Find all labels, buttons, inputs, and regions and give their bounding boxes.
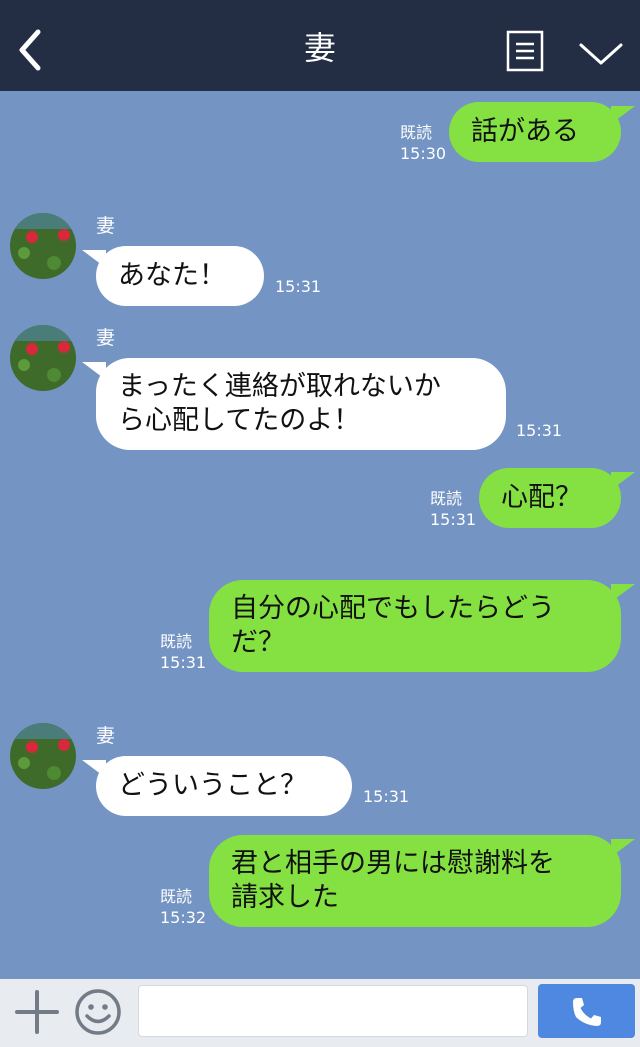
message-text-line: だ？ — [231, 627, 285, 658]
message-text: あなた！ — [118, 260, 226, 291]
smile-icon[interactable] — [74, 988, 122, 1036]
message-time: 15:31 — [275, 277, 322, 296]
message-text-line: 君と相手の男には慰謝料を — [231, 848, 555, 879]
input-bar — [0, 979, 640, 1047]
message-bubble-incoming[interactable]: まったく連絡が取れないか ら心配してたのよ！ — [82, 358, 506, 450]
message-meta: 既読 15:30 — [400, 122, 446, 164]
message-bubble-incoming[interactable]: どういうこと？ — [82, 756, 352, 816]
chat-title: 妻 — [303, 29, 336, 67]
message-text: 心配？ — [501, 482, 582, 513]
back-icon[interactable] — [16, 28, 46, 72]
message-bubble-outgoing[interactable]: 心配？ — [479, 468, 635, 528]
message-bubble-outgoing[interactable]: 話がある — [449, 102, 635, 162]
message-text-line: まったく連絡が取れないか — [118, 371, 441, 402]
message-bubble-outgoing[interactable]: 自分の心配でもしたらどう だ？ — [209, 580, 635, 672]
call-button[interactable] — [538, 984, 635, 1038]
chat-header: 妻 — [0, 0, 640, 91]
sender-name: 妻 — [96, 725, 116, 747]
message-bubble-outgoing[interactable]: 君と相手の男には慰謝料を 請求した — [209, 835, 635, 927]
message-time: 15:31 — [516, 421, 563, 440]
message-time: 15:30 — [400, 144, 447, 163]
message-meta: 既読 15:31 — [430, 488, 476, 530]
message-text: どういうこと？ — [118, 770, 307, 801]
message-time: 15:31 — [363, 787, 410, 806]
read-status: 既読 — [400, 123, 433, 142]
message-time: 15:31 — [160, 653, 207, 672]
message-bubble-incoming[interactable]: あなた！ — [82, 246, 264, 306]
avatar[interactable] — [10, 213, 76, 279]
read-status: 既読 — [160, 632, 193, 651]
phone-icon — [573, 998, 601, 1026]
message-text: 話がある — [471, 116, 579, 147]
message-time: 15:32 — [160, 908, 207, 927]
read-status: 既読 — [160, 887, 193, 906]
chevron-down-icon[interactable] — [578, 38, 624, 68]
sender-name: 妻 — [96, 215, 116, 237]
message-text-line: ら心配してたのよ！ — [118, 405, 361, 436]
read-status: 既読 — [430, 489, 463, 508]
message-input[interactable] — [138, 985, 528, 1037]
sender-name: 妻 — [96, 327, 116, 349]
avatar[interactable] — [10, 325, 76, 391]
message-text-line: 請求した — [231, 882, 339, 913]
avatar[interactable] — [10, 723, 76, 789]
message-time: 15:31 — [430, 510, 477, 529]
menu-icon[interactable] — [506, 30, 544, 74]
message-text-line: 自分の心配でもしたらどう — [231, 593, 555, 624]
message-meta: 既読 15:31 — [160, 631, 206, 673]
plus-icon[interactable] — [14, 989, 60, 1035]
message-meta: 既読 15:32 — [160, 886, 206, 928]
